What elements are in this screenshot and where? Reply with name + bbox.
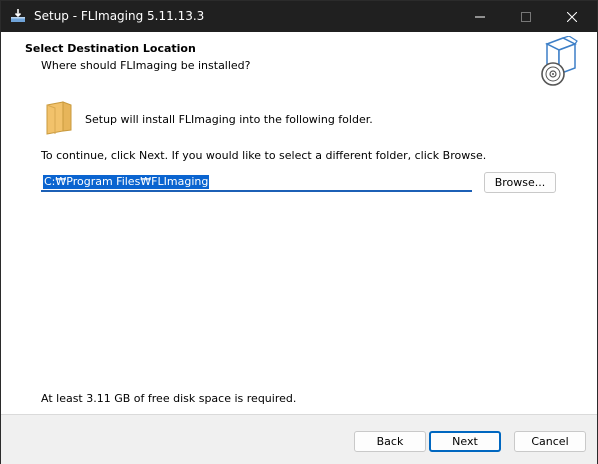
setup-window: Setup - FLImaging 5.11.13.3 Select Desti…	[0, 0, 598, 464]
back-button[interactable]: Back	[354, 431, 426, 452]
minimize-icon	[475, 16, 485, 17]
next-button[interactable]: Next	[429, 431, 501, 452]
wizard-body: Setup will install FLImaging into the fo…	[1, 92, 597, 414]
installer-icon	[10, 8, 26, 24]
maximize-icon	[521, 11, 531, 22]
close-button[interactable]	[549, 1, 595, 32]
destination-path-input[interactable]: C:₩Program Files₩FLImaging	[41, 173, 472, 192]
setup-box-disc-icon	[539, 35, 579, 88]
title-bar[interactable]: Setup - FLImaging 5.11.13.3	[1, 1, 597, 32]
install-intro-text: Setup will install FLImaging into the fo…	[85, 113, 373, 126]
minimize-button[interactable]	[457, 1, 503, 32]
window-title: Setup - FLImaging 5.11.13.3	[34, 9, 205, 23]
path-value: C:₩Program Files₩FLImaging	[43, 175, 210, 189]
instructions-text: To continue, click Next. If you would li…	[41, 149, 487, 162]
maximize-button[interactable]	[503, 1, 549, 32]
wizard-header: Select Destination Location Where should…	[1, 32, 597, 92]
wizard-footer: Back Next Cancel	[1, 414, 597, 464]
folder-icon	[45, 101, 73, 135]
page-title: Select Destination Location	[25, 42, 196, 55]
browse-button[interactable]: Browse...	[484, 172, 556, 193]
cancel-button[interactable]: Cancel	[514, 431, 586, 452]
disk-space-text: At least 3.11 GB of free disk space is r…	[41, 392, 297, 405]
page-subtitle: Where should FLImaging be installed?	[41, 59, 251, 72]
close-icon	[567, 11, 577, 22]
